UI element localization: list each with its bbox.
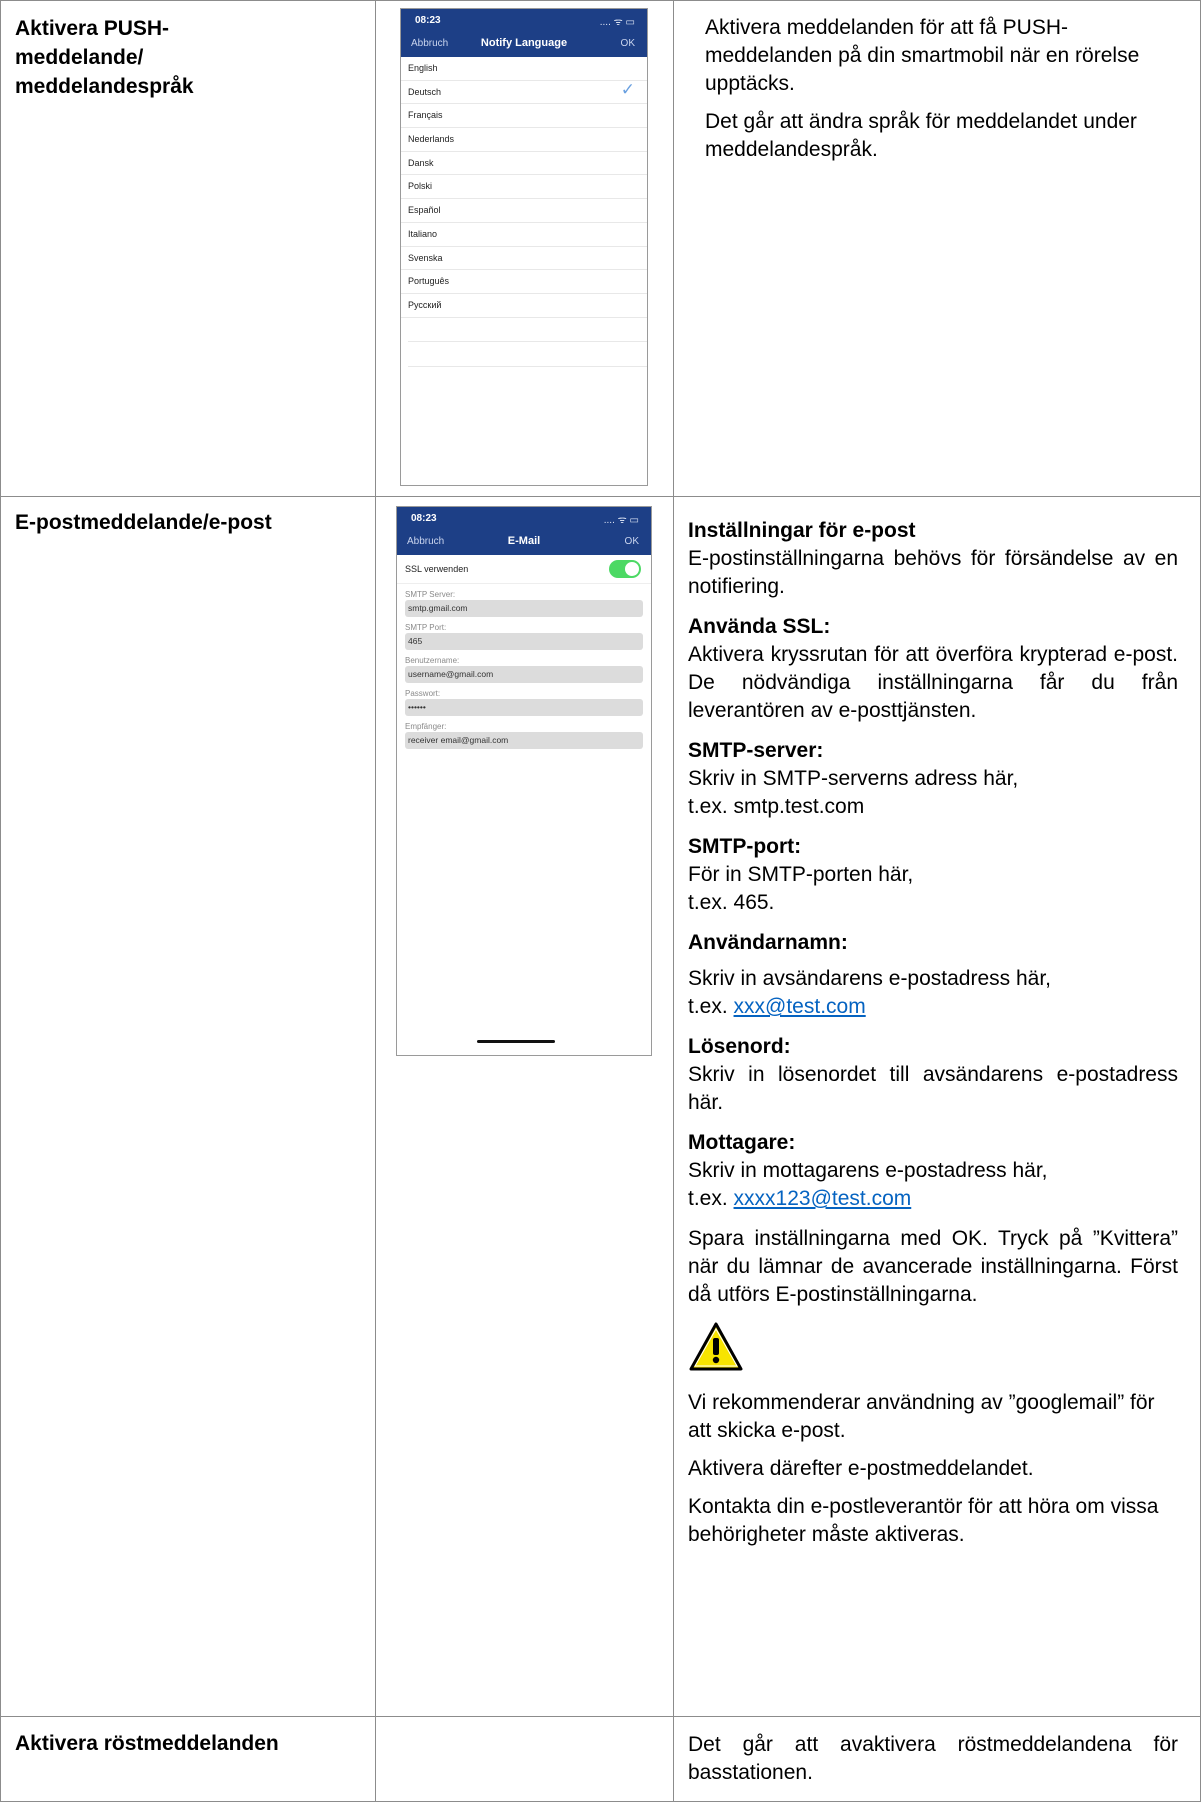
field-input[interactable]: username@gmail.com <box>405 666 643 683</box>
empty-row <box>408 342 647 367</box>
empty-row <box>408 318 647 343</box>
row-text-voice: Det går att avaktivera röstmeddelandena … <box>688 1733 1178 1784</box>
note: Aktivera därefter e-postmeddelandet. <box>688 1457 1034 1480</box>
status-bar: 08:23 .... ᯤ ▭ <box>397 507 651 529</box>
field-label: SMTP Port: <box>405 623 447 632</box>
field-input[interactable]: receiver email@gmail.com <box>405 732 643 749</box>
ssl-row: SSL verwenden <box>397 555 651 584</box>
field-label: SMTP Server: <box>405 590 456 599</box>
field-group: SMTP Port: 465 <box>405 623 643 650</box>
language-label: Deutsch <box>408 86 442 97</box>
language-label: English <box>408 63 438 73</box>
text: Skriv in SMTP-serverns adress här, <box>688 767 1019 790</box>
heading-smtp-server: SMTP-server: <box>688 739 824 762</box>
language-item[interactable]: Русский <box>401 294 647 318</box>
language-item[interactable]: Nederlands <box>401 128 647 152</box>
nav-bar: Abbruch E-Mail OK <box>397 529 651 555</box>
paragraph: Aktivera meddelanden för att få PUSH-med… <box>705 16 1140 95</box>
ok-button[interactable]: OK <box>625 536 639 547</box>
text: Skriv in avsändarens e-postadress här, <box>688 967 1052 990</box>
field-input[interactable]: •••••• <box>405 699 643 716</box>
language-item[interactable]: Deutsch ✓ <box>401 79 647 105</box>
warning-icon <box>688 1321 1178 1377</box>
heading-smtp-port: SMTP-port: <box>688 835 802 858</box>
text: t.ex. 465. <box>688 891 775 914</box>
row-title-voice: Aktivera röstmeddelanden <box>15 1732 279 1755</box>
language-item[interactable]: Italiano <box>401 223 647 247</box>
language-label: Français <box>408 110 443 121</box>
email-fields: SMTP Server: smtp.gmail.com SMTP Port: 465 B… <box>397 590 651 749</box>
nav-bar: Abbruch Notify Language OK <box>401 31 647 57</box>
field-label: Empfänger: <box>405 722 447 731</box>
language-label: Svenska <box>408 252 443 263</box>
text-prefix: t.ex. <box>688 1187 734 1210</box>
language-item[interactable]: Polski <box>401 175 647 200</box>
row-text-push: Aktivera meddelanden för att få PUSH-med… <box>705 14 1180 174</box>
paragraph: Det går att ändra språk för meddelandet … <box>705 110 1137 161</box>
language-item[interactable]: Dansk <box>401 152 647 176</box>
language-item[interactable]: English <box>401 57 647 81</box>
phone-notify-language: 08:23 .... ᯤ ▭ Abbruch Notify Language O… <box>400 8 648 486</box>
nav-title: Notify Language <box>480 37 568 49</box>
language-label: Polski <box>408 181 433 192</box>
ssl-label: SSL verwenden <box>405 564 469 574</box>
status-time: 08:23 <box>415 15 441 26</box>
ok-button[interactable]: OK <box>621 38 635 49</box>
text: Skriv in lösenordet till avsändarens e-p… <box>688 1063 1178 1114</box>
email-link[interactable]: xxxx123@test.com <box>734 1187 912 1210</box>
language-label: Português <box>408 276 450 287</box>
language-label: Italiano <box>408 228 438 239</box>
row-title-push: Aktivera PUSH- meddelande/ meddelandespr… <box>15 17 194 98</box>
row-title-email: E-postmeddelande/e-post <box>15 511 272 534</box>
language-list: English Deutsch ✓ Français Nederlands Dansk Po… <box>401 57 647 318</box>
language-label: Русский <box>408 299 442 310</box>
status-bar: 08:23 .... ᯤ ▭ <box>401 9 647 31</box>
field-group: Benutzername: username@gmail.com <box>405 656 643 683</box>
heading-username: Användarnamn: <box>688 931 848 954</box>
phone-email-settings: 08:23 .... ᯤ ▭ Abbruch E-Mail OK SSL ver… <box>396 506 652 1056</box>
checkmark-icon: ✓ <box>620 79 635 99</box>
text: Skriv in mottagarens e-postadress här, <box>688 1159 1048 1182</box>
note: Vi rekommenderar användning av ”googlema… <box>688 1391 1155 1442</box>
field-group: Passwort: •••••• <box>405 689 643 716</box>
text: E-postinställningarna behövs för försänd… <box>688 547 1178 598</box>
home-indicator <box>477 1040 555 1043</box>
language-label: Español <box>408 205 441 216</box>
status-icons: .... ᯤ ▭ <box>603 515 639 526</box>
ssl-toggle[interactable] <box>609 560 641 578</box>
heading-password: Lösenord: <box>688 1035 791 1058</box>
language-item[interactable]: Português <box>401 270 647 294</box>
language-label: Nederlands <box>408 134 455 145</box>
row-text-email: Inställningar för e-post E-postinställni… <box>688 517 1178 1549</box>
language-label: Dansk <box>408 157 434 168</box>
field-input[interactable]: 465 <box>405 633 643 650</box>
status-time: 08:23 <box>411 513 437 524</box>
status-icons: .... ᯤ ▭ <box>599 17 635 28</box>
heading-email-settings: Inställningar för e-post <box>688 519 916 542</box>
heading-recipient: Mottagare: <box>688 1131 796 1154</box>
field-input[interactable]: smtp.gmail.com <box>405 600 643 617</box>
field-label: Benutzername: <box>405 656 460 665</box>
language-item[interactable]: Svenska <box>401 247 647 271</box>
language-item[interactable]: Español <box>401 199 647 223</box>
text: t.ex. smtp.test.com <box>688 795 865 818</box>
text-prefix: t.ex. <box>688 995 734 1018</box>
field-group: Empfänger: receiver email@gmail.com <box>405 722 643 749</box>
note: Kontakta din e-postleverantör för att hö… <box>688 1495 1159 1546</box>
text: Aktivera kryssrutan för att överföra kry… <box>688 643 1178 722</box>
heading-ssl: Använda SSL: <box>688 615 831 638</box>
field-label: Passwort: <box>405 689 441 698</box>
text: För in SMTP-porten här, <box>688 863 914 886</box>
nav-title: E-Mail <box>507 535 541 547</box>
language-item[interactable]: Français <box>401 104 647 129</box>
save-text: Spara inställningarna med OK. Tryck på ”… <box>688 1227 1178 1306</box>
email-link[interactable]: xxx@test.com <box>734 995 866 1018</box>
field-group: SMTP Server: smtp.gmail.com <box>405 590 643 617</box>
